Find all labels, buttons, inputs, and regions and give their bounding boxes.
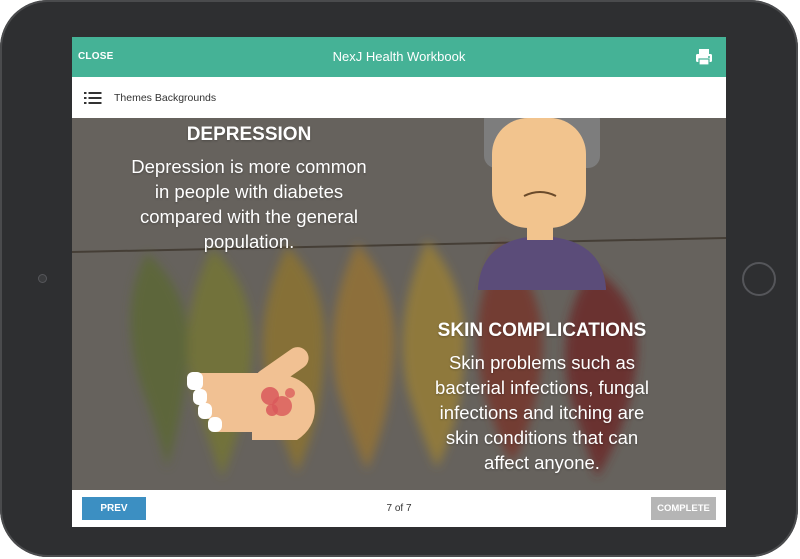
depression-heading: DEPRESSION <box>186 124 312 145</box>
printer-icon[interactable] <box>694 47 714 67</box>
skin-line: affect anyone. <box>484 452 600 473</box>
depression-text: Depression is more common in people with… <box>104 154 394 254</box>
app-screen: CLOSE NexJ Health Workbook Themes Backgr… <box>72 37 726 527</box>
skin-line: infections and itching are <box>439 402 645 423</box>
list-icon[interactable] <box>84 90 102 106</box>
page-indicator: 7 of 7 <box>386 503 412 514</box>
skin-line: Skin problems such as <box>448 352 636 373</box>
depression-line: compared with the general <box>139 206 359 227</box>
camera-dot <box>38 274 47 283</box>
complete-button[interactable]: COMPLETE <box>651 497 716 520</box>
tablet-frame: CLOSE NexJ Health Workbook Themes Backgr… <box>0 0 798 557</box>
skin-line: skin conditions that can <box>445 427 639 448</box>
app-title: NexJ Health Workbook <box>332 49 466 64</box>
slide-content: DEPRESSION Depression is more common in … <box>72 118 726 490</box>
depression-line: population. <box>203 231 295 252</box>
app-header: CLOSE NexJ Health Workbook <box>72 37 726 77</box>
depression-line: in people with diabetes <box>154 181 344 202</box>
slide-footer: PREV 7 of 7 COMPLETE <box>72 490 726 527</box>
depression-line: Depression is more common <box>131 156 367 177</box>
home-button[interactable] <box>742 262 776 296</box>
subheader: Themes Backgrounds <box>72 77 726 119</box>
skin-line: bacterial infections, fungal <box>435 377 649 398</box>
skin-complications-heading: SKIN COMPLICATIONS <box>437 320 647 341</box>
skin-complications-text: Skin problems such as bacterial infectio… <box>402 350 682 475</box>
themes-backgrounds-label: Themes Backgrounds <box>114 92 217 104</box>
